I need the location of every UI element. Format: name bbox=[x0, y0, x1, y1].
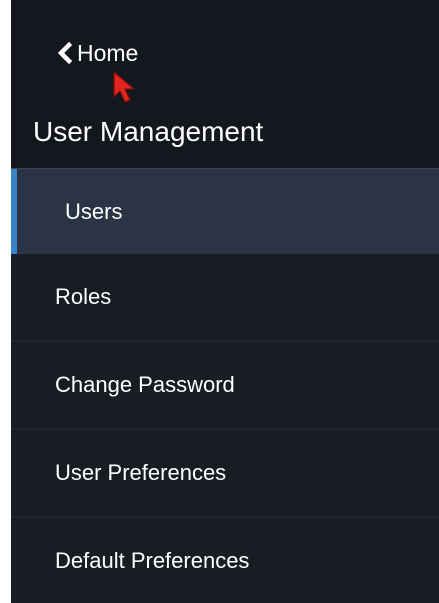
sidebar-item-default-preferences[interactable]: Default Preferences bbox=[11, 518, 439, 603]
sidebar-item-label: User Preferences bbox=[55, 460, 227, 485]
sidebar-nav: Users Roles Change Password User Prefere… bbox=[11, 168, 439, 603]
sidebar-item-users[interactable]: Users bbox=[11, 168, 439, 254]
section-title: User Management bbox=[33, 116, 264, 147]
home-label: Home bbox=[77, 39, 139, 66]
sidebar-item-roles[interactable]: Roles bbox=[11, 254, 439, 342]
sidebar: Home User Management Users Roles Change … bbox=[11, 0, 439, 603]
sidebar-header: Home User Management bbox=[11, 0, 439, 168]
sidebar-item-change-password[interactable]: Change Password bbox=[11, 342, 439, 430]
sidebar-item-label: Default Preferences bbox=[55, 548, 250, 573]
sidebar-item-label: Change Password bbox=[55, 372, 235, 397]
home-link[interactable]: Home bbox=[57, 38, 138, 68]
sidebar-item-user-preferences[interactable]: User Preferences bbox=[11, 430, 439, 518]
active-indicator bbox=[11, 169, 17, 254]
sidebar-item-label: Users bbox=[65, 198, 123, 224]
sidebar-item-label: Roles bbox=[55, 284, 112, 309]
chevron-left-icon bbox=[57, 42, 73, 64]
